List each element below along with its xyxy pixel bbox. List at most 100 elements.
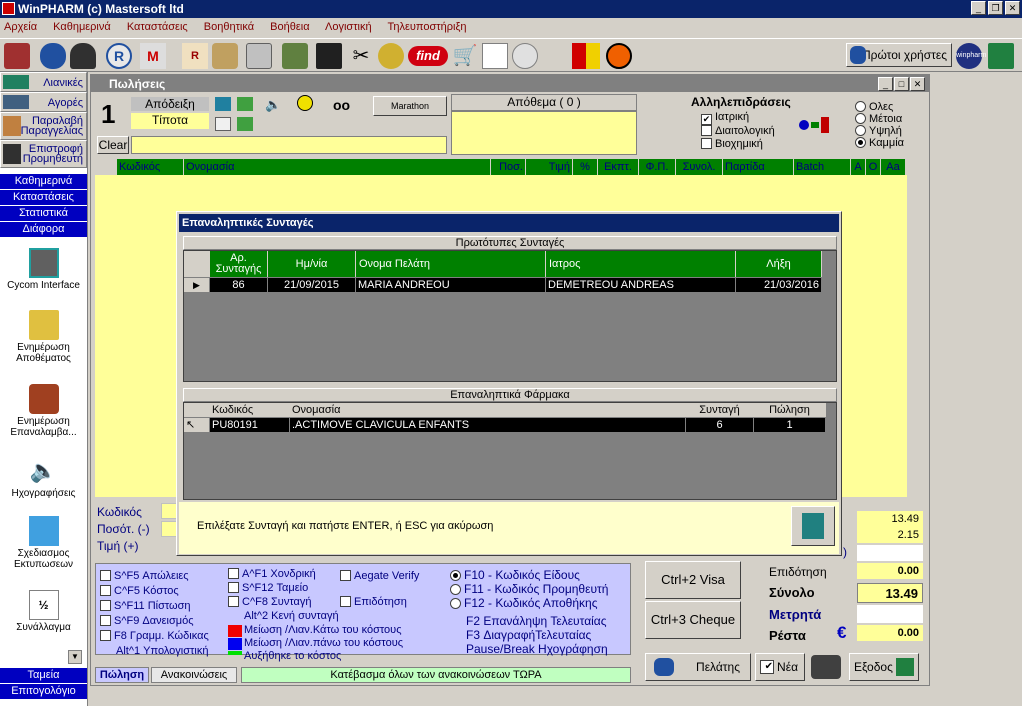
menu-item[interactable]: Βοήθεια [270,21,309,33]
col-drug-code[interactable]: Κωδικός [210,403,290,417]
shortcut-prescription[interactable]: C^F8 Συνταγή [228,596,311,608]
sidebar-item-update-stock[interactable]: Ενημέρωση Αποθέματος [0,310,87,364]
sidebar-item-ledger[interactable]: Επιτογολόγιο [0,684,87,700]
checkbox-icon[interactable] [340,570,351,581]
col-code[interactable]: Κωδικός [117,159,183,175]
col-vat[interactable]: Φ.Π. [639,159,675,175]
download-announcements-button[interactable]: Κατέβασμα όλων των ανακοινώσεων ΤΩΡΑ [241,667,631,683]
level-all[interactable]: Ολες [855,101,893,113]
find-button[interactable]: find [408,46,448,66]
radio-icon[interactable] [855,125,866,136]
sidebar-item-supplier-return[interactable]: Επιστροφή Προμηθευτή [0,140,87,168]
radio-icon[interactable] [450,584,461,595]
radio-selected-icon[interactable] [855,137,866,148]
checkbox-icon[interactable] [100,615,111,626]
tab-announcements[interactable]: Ανακοινώσεις [151,667,237,683]
coins-icon[interactable] [378,43,404,69]
cart-icon[interactable]: 🛒 [452,43,478,69]
shortcut-cost[interactable]: C^F5 Κόστος [100,585,179,597]
red-book-icon[interactable] [572,43,586,69]
users-icon[interactable] [40,43,66,69]
close-button[interactable]: ✕ [910,77,925,91]
yellow-book-icon[interactable] [586,43,600,69]
subsidy-check[interactable]: Επιδότηση [340,596,407,608]
col-lot[interactable]: Παρτίδα [723,159,793,175]
sidebar-item-update-repeat[interactable]: Ενημέρωση Επαναλαμβα... [0,384,87,438]
col-customer[interactable]: Ονομα Πελάτη [356,251,546,277]
camera-icon[interactable] [811,655,841,679]
col-drug-sale[interactable]: Πώληση [754,403,826,417]
add-doc-icon[interactable] [237,117,253,131]
clock-icon[interactable] [512,43,538,69]
col-percent[interactable]: % [573,159,597,175]
cell-drug-code[interactable]: PU80191 [210,418,290,432]
maximize-button[interactable]: ❐ [988,1,1003,15]
mrx-icon[interactable]: M [140,43,166,69]
shortcut-loan[interactable]: S^F9 Δανεισμός [100,615,194,627]
sidebar-section-statistics[interactable]: Στατιστικά [0,206,87,222]
edit-note-icon[interactable] [482,43,508,69]
radio-warehouse-code[interactable]: F12 - Κωδικός Αποθήκης [450,596,598,610]
interaction-biochem[interactable]: Βιοχημική [701,138,763,150]
col-total[interactable]: Συνολ. [676,159,722,175]
radio-icon[interactable] [855,101,866,112]
col-drug-name[interactable]: Ονομασία [290,403,686,417]
col-a[interactable]: A [851,159,865,175]
cell-rx-number[interactable]: 86 [210,278,268,292]
sidebar-section-misc[interactable]: Διάφορα [0,222,87,238]
col-doctor[interactable]: Ιατρος [546,251,736,277]
sidebar-item-recordings[interactable]: 🔈 Ηχογραφήσεις [0,456,87,499]
rx-icon[interactable]: R [106,43,132,69]
col-aa[interactable]: Aa [881,159,905,175]
cell-expiry[interactable]: 21/03/2016 [736,278,822,292]
money-icon[interactable] [282,43,308,69]
interaction-diet[interactable]: Διαιτολογική [701,125,775,137]
cell-date[interactable]: 21/09/2015 [268,278,356,292]
interaction-medical[interactable]: ✔ Ιατρική [701,111,749,125]
col-drug-rx[interactable]: Συνταγή [686,403,754,417]
col-name[interactable]: Ονομασία [184,159,490,175]
radio-selected-icon[interactable] [450,570,461,581]
glasses-icon[interactable]: oo [333,97,350,113]
cell-drug-rx[interactable]: 6 [686,418,754,432]
col-expiry[interactable]: Λήξη [736,251,822,277]
sidebar-item-receive-order[interactable]: Παραλαβή Παραγγελίας [0,112,87,140]
marathon-button[interactable]: Marathon [373,96,447,116]
sidebar-item-print-design[interactable]: Σχεδιασμος Εκτυπωσεων [0,516,87,570]
menu-item[interactable]: Βοηθητικά [204,21,254,33]
shortcut-barcode[interactable]: F8 Γραμμ. Κώδικας [100,630,209,642]
doctor-icon[interactable] [212,43,238,69]
visa-button[interactable]: Ctrl+2 Visa [645,561,741,599]
shortcut-wholesale[interactable]: A^F1 Χονδρική [228,568,316,580]
checkbox-icon[interactable] [100,570,111,581]
copy-icon[interactable] [215,117,231,131]
minimize-button[interactable]: _ [971,1,986,15]
sidebar-item-retail[interactable]: Λιανικές [0,72,87,92]
code-input[interactable] [161,503,177,519]
dialog-exit-button[interactable] [791,506,835,546]
checkbox-icon[interactable] [100,630,111,641]
minimize-button[interactable]: _ [878,77,893,91]
col-rx-number[interactable]: Αρ. Συνταγής [210,251,268,277]
cell-customer[interactable]: MARIA ANDREOU [356,278,546,292]
col-batch[interactable]: Batch [794,159,850,175]
first-users-button[interactable]: Πρώτοι χρήστες [846,43,952,67]
person-icon[interactable] [70,43,96,69]
checkbox-icon[interactable] [701,125,712,136]
exit-door-icon[interactable] [988,43,1014,69]
col-discount[interactable]: Εκπτ. [598,159,638,175]
cheque-button[interactable]: Ctrl+3 Cheque [645,601,741,639]
no-entry-icon[interactable] [606,43,632,69]
cell-drug-sale[interactable]: 1 [754,418,826,432]
printer-icon[interactable] [246,43,272,69]
shortcut-losses[interactable]: S^F5 Απώλειες [100,570,189,582]
radio-icon[interactable] [855,113,866,124]
speaker-icon[interactable]: 🔈 [265,97,281,113]
radio-supplier-code[interactable]: F11 - Κωδικός Προμηθευτή [450,582,608,596]
exit-button[interactable]: Εξοδος [849,653,919,681]
menu-item[interactable]: Καθημερινά [53,21,111,33]
close-button[interactable]: ✕ [1005,1,1020,15]
new-button[interactable]: ✔ Νέα [755,653,805,681]
sidebar-item-cycom[interactable]: Cycom Interface [0,248,87,291]
col-qty[interactable]: Ποσ. [491,159,525,175]
